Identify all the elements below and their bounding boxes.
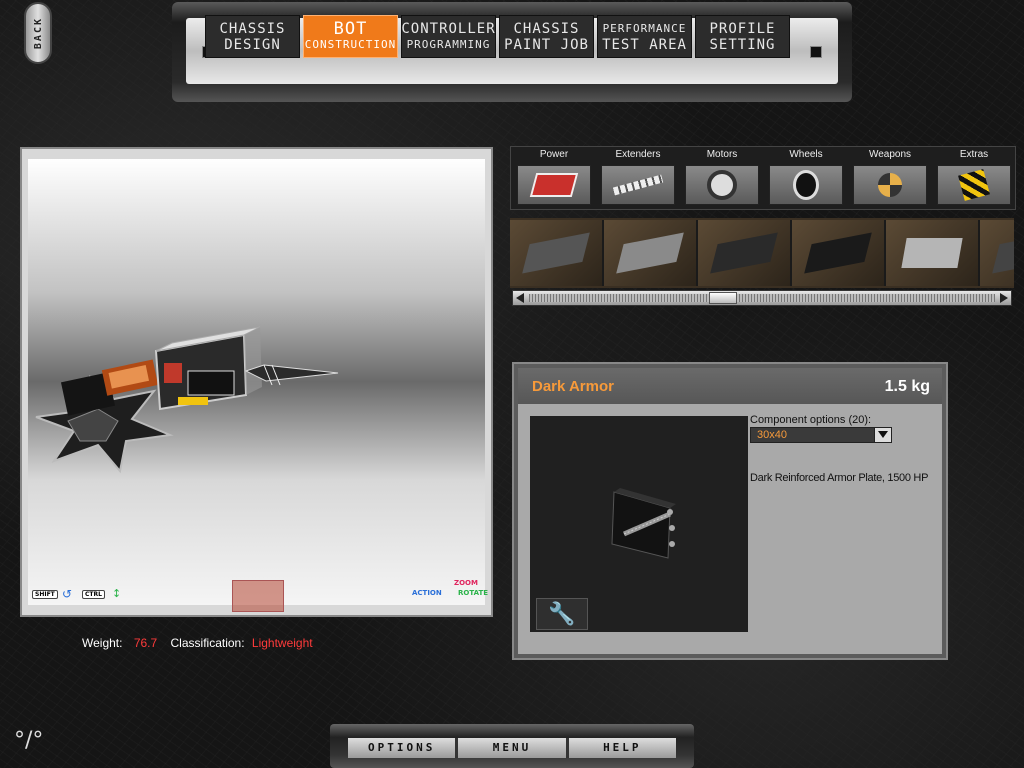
part-thumbnail[interactable] (604, 220, 698, 286)
robot-model (35, 326, 339, 474)
tab-label-line1: CHASSIS (219, 20, 286, 37)
scroll-left-icon[interactable] (516, 293, 524, 303)
motor-icon (685, 165, 759, 205)
tab-label-line2: DESIGN (224, 36, 281, 53)
tab-profile-setting[interactable]: PROFILE SETTING (695, 15, 790, 58)
classification-label: Classification: (170, 636, 245, 650)
options-button[interactable]: OPTIONS (348, 738, 459, 758)
tab-label-line2: CONSTRUCTION (304, 37, 397, 51)
tab-label-line1: CHASSIS (513, 20, 580, 37)
weight-label: Weight: (82, 636, 123, 650)
menu-button[interactable]: MENU (458, 738, 569, 758)
category-label: Extenders (615, 149, 661, 160)
component-preview: 🔧 (530, 416, 748, 632)
component-name: Dark Armor (532, 378, 614, 395)
tab-controller-programming[interactable]: CONTROLLER PROGRAMMING (401, 15, 496, 58)
wheel-icon (769, 165, 843, 205)
wrench-icon: 🔧 (548, 601, 576, 626)
tab-label-line2: PAINT JOB (504, 36, 589, 53)
part-thumbnail[interactable] (792, 220, 886, 286)
parts-strip (510, 218, 1014, 288)
extender-icon (601, 165, 675, 205)
component-description: Dark Reinforced Armor Plate, 1500 HP (750, 472, 929, 484)
hazard-icon (937, 165, 1011, 205)
component-category-bar: Power Extenders Motors Wheels Weapons Ex… (510, 146, 1016, 210)
category-label: Extras (959, 149, 989, 160)
parts-scrollbar[interactable] (512, 290, 1012, 306)
category-weapons[interactable]: Weapons (849, 147, 931, 209)
category-extenders[interactable]: Extenders (597, 147, 679, 209)
classification-value: Lightweight (251, 636, 313, 650)
category-extras[interactable]: Extras (933, 147, 1015, 209)
tab-performance-test-area[interactable]: PERFORMANCE TEST AREA (597, 15, 692, 58)
component-mass: 1.5 kg (884, 378, 930, 395)
tab-label-line1: BOT (333, 18, 368, 39)
component-info-panel: Dark Armor 1.5 kg 🔧 Component options (2… (512, 362, 948, 660)
bot-stats: Weight: 76.7 Classification: Lightweight (82, 636, 313, 650)
control-hints: SHIFT ↺ CTRL ↕ ACTION ZOOM ROTATE (32, 579, 488, 601)
rotate-arrow-icon: ↺ (62, 587, 73, 601)
part-thumbnail[interactable] (886, 220, 980, 286)
part-thumbnail[interactable] (698, 220, 792, 286)
shift-key-hint: SHIFT (32, 590, 58, 599)
tab-bot-construction[interactable]: BOT CONSTRUCTION (303, 15, 398, 58)
tab-chassis-design[interactable]: CHASSIS DESIGN (205, 15, 300, 58)
component-options-select[interactable]: 30x40 (750, 427, 892, 443)
back-label: BACK (32, 16, 44, 50)
category-label: Motors (706, 149, 738, 160)
category-motors[interactable]: Motors (681, 147, 763, 209)
robot-3d-viewport[interactable]: SHIFT ↺ CTRL ↕ ACTION ZOOM ROTATE (28, 159, 488, 612)
edit-component-button[interactable]: 🔧 (536, 598, 588, 630)
zoom-hint: ZOOM (454, 579, 478, 587)
game-logo-icon: °/° (14, 728, 44, 753)
viewport-frame: SHIFT ↺ CTRL ↕ ACTION ZOOM ROTATE (20, 147, 493, 617)
category-label: Power (539, 149, 569, 160)
action-hint: ACTION (412, 589, 442, 597)
component-info-header: Dark Armor 1.5 kg (518, 368, 942, 404)
rail-cap-right (810, 46, 822, 58)
part-thumbnail[interactable] (510, 220, 604, 286)
scroll-track[interactable] (529, 294, 995, 302)
top-navigation: CHASSIS DESIGN BOT CONSTRUCTION CONTROLL… (172, 2, 852, 102)
category-power[interactable]: Power (513, 147, 595, 209)
tab-label-line1: CONTROLLER (401, 20, 496, 37)
bottom-menu: OPTIONS MENU HELP (330, 724, 694, 768)
saw-icon (853, 165, 927, 205)
category-label: Weapons (868, 149, 912, 160)
battery-icon (517, 165, 591, 205)
scroll-thumb[interactable] (709, 292, 737, 304)
back-button[interactable]: BACK (24, 2, 52, 64)
category-label: Wheels (789, 149, 823, 160)
component-options-label: Component options (20): (750, 414, 872, 426)
ctrl-key-hint: CTRL (82, 590, 105, 599)
tab-label-line2: SETTING (709, 36, 776, 53)
help-button[interactable]: HELP (569, 738, 676, 758)
tab-label-line1: PERFORMANCE (602, 21, 687, 35)
tab-chassis-paint-job[interactable]: CHASSIS PAINT JOB (499, 15, 594, 58)
part-thumbnail[interactable] (980, 220, 1014, 286)
move-arrow-icon: ↕ (112, 587, 122, 600)
weight-value: 76.7 (133, 636, 158, 650)
tab-label-line1: PROFILE (709, 20, 776, 37)
tab-label-line2: TEST AREA (602, 36, 687, 53)
chevron-down-icon[interactable] (874, 428, 891, 442)
selected-option: 30x40 (757, 429, 787, 441)
category-wheels[interactable]: Wheels (765, 147, 847, 209)
tab-label-line2: PROGRAMMING (406, 37, 491, 51)
scroll-right-icon[interactable] (1000, 293, 1008, 303)
rotate-hint: ROTATE (458, 589, 489, 597)
